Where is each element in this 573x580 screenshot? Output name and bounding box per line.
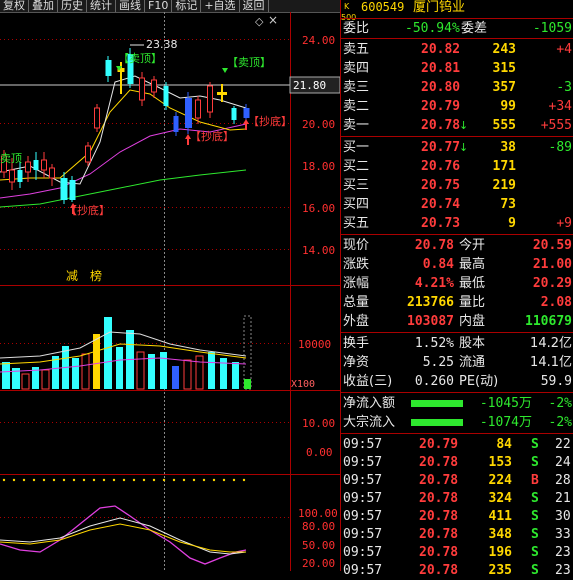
toolbar-add-favorite[interactable]: +自选 <box>201 0 240 12</box>
sell-signal-left: 卖顶 <box>0 152 22 165</box>
indicator-dot-row <box>2 478 246 482</box>
sell-signal-2: 【卖顶】 <box>227 56 271 69</box>
candles <box>1 48 250 204</box>
reduce-tag: 减 <box>66 269 78 283</box>
tick-row: 09:57 20.78 224 B 28 <box>343 473 571 488</box>
current-price-tag: 21.80 <box>293 79 326 92</box>
toolbar-draw-line[interactable]: 画线 <box>116 0 145 12</box>
buy-row-1[interactable]: 买一 20.77 ↓ 38 -89 <box>341 138 573 157</box>
quote-row-volume: 总量 213766 量比 2.08 <box>343 295 572 310</box>
quote-row-pct: 涨幅 4.21% 最低 20.29 <box>343 276 572 291</box>
tick-row: 09:57 20.78 196 S 23 <box>343 545 571 560</box>
indicator2-axis-50: 50.00 <box>302 539 335 552</box>
stats-row-turnover: 换手 1.52% 股本 14.2亿 <box>343 336 572 351</box>
flow-row-block: 大宗流入 -1074万 -2% <box>343 415 572 430</box>
quote-row-change: 涨跌 0.84 最高 21.00 <box>343 257 572 272</box>
order-ratio-label: 委比 <box>343 21 370 36</box>
ranking-tag: 榜 <box>90 268 102 283</box>
toolbar-mark[interactable]: 标记 <box>172 0 202 12</box>
indicator2-axis-100: 100.00 <box>298 507 338 520</box>
sell-row-3[interactable]: 卖三 20.80 357 -3 <box>341 78 573 97</box>
bottom-signal-2: 【抄底】 <box>190 129 234 143</box>
buy-row-4[interactable]: 买四 20.74 73 <box>341 195 573 214</box>
price-axis-20: 20.00 <box>302 118 335 131</box>
tick-row: 09:57 20.79 84 S 22 <box>343 437 571 452</box>
sell-row-4[interactable]: 卖四 20.81 315 <box>341 59 573 78</box>
quote-panel: K 500 600549 厦门钨业 委比 -50.94% 委差 -1059 卖五… <box>340 0 573 578</box>
down-arrow-icon: ↓ <box>459 119 469 132</box>
indicator1-axis-0: 0.00 <box>306 446 333 459</box>
order-ratio-row: 委比 -50.94% 委差 -1059 <box>341 19 573 38</box>
indicator1-axis-10: 10.00 <box>302 417 335 430</box>
flow-row-net: 净流入额 -1045万 -2% <box>343 396 572 411</box>
stock-header: K 500 600549 厦门钨业 <box>341 0 573 22</box>
flow-bar-net <box>411 400 463 407</box>
toolbar-history[interactable]: 历史 <box>58 0 87 12</box>
tick-row: 09:57 20.78 348 S 33 <box>343 527 571 542</box>
order-diff-value: -1059 <box>532 21 572 36</box>
toolbar-restore-rights[interactable]: 复权 <box>0 0 29 12</box>
volume-multiplier: X100 <box>291 379 315 390</box>
buy-row-5[interactable]: 买五 20.73 9 +9 <box>341 214 573 233</box>
down-arrow-icon: ↓ <box>459 141 469 154</box>
high-price-marker: 23.38 <box>146 38 178 51</box>
kline-chart[interactable]: 21.80 24.00 20.00 18.00 16.00 14.00 1000… <box>0 12 340 571</box>
order-ratio-value: -50.94% <box>405 21 460 36</box>
ma-line-green <box>0 169 247 208</box>
price-axis-14: 14.00 <box>302 244 335 257</box>
quote-row-price: 现价 20.78 今开 20.59 <box>343 238 572 253</box>
stock-code[interactable]: 600549 <box>361 0 404 17</box>
kdj-line-white <box>0 517 247 555</box>
stats-row-earnings: 收益(三) 0.260 PE(动) 59.9 <box>343 374 572 389</box>
sell-row-1[interactable]: 卖一 20.78 ↓ 555 +555 <box>341 116 573 135</box>
quote-row-outer: 外盘 103087 内盘 110679 <box>343 314 572 329</box>
indicator2-axis-80: 80.00 <box>302 520 335 533</box>
volume-bars <box>2 315 252 390</box>
price-axis-16: 16.00 <box>302 202 335 215</box>
sell-row-5[interactable]: 卖五 20.82 243 +4 <box>341 40 573 59</box>
flow-bar-block <box>411 419 463 426</box>
stock-name[interactable]: 厦门钨业 <box>413 0 465 17</box>
kdj-line-magenta <box>0 505 247 565</box>
tick-row: 09:57 20.78 324 S 21 <box>343 491 571 506</box>
price-axis-24: 24.00 <box>302 34 335 47</box>
sell-row-2[interactable]: 卖二 20.79 99 +34 <box>341 97 573 116</box>
buy-row-3[interactable]: 买三 20.75 219 <box>341 176 573 195</box>
volume-axis-10000: 10000 <box>298 338 331 351</box>
toolbar-statistics[interactable]: 统计 <box>87 0 116 12</box>
toolbar-f10[interactable]: F10 <box>145 0 173 12</box>
sell-signal-1: 【卖顶】 <box>118 52 162 65</box>
price-axis-18: 18.00 <box>302 160 335 173</box>
stats-row-net-assets: 净资 5.25 流通 14.1亿 <box>343 355 572 370</box>
kdj-line-yellow <box>0 523 246 553</box>
tick-row: 09:57 20.78 153 S 24 <box>343 455 571 470</box>
buy-row-2[interactable]: 买二 20.76 171 <box>341 157 573 176</box>
toolbar-overlay[interactable]: 叠加 <box>29 0 58 12</box>
bottom-signal-3: 【抄底】 <box>248 114 292 128</box>
indicator2-axis-20: 20.00 <box>302 557 335 570</box>
order-diff-label: 委差 <box>461 21 488 36</box>
toolbar-back[interactable]: 返回 <box>240 0 269 12</box>
tick-row: 09:57 20.78 411 S 30 <box>343 509 571 524</box>
